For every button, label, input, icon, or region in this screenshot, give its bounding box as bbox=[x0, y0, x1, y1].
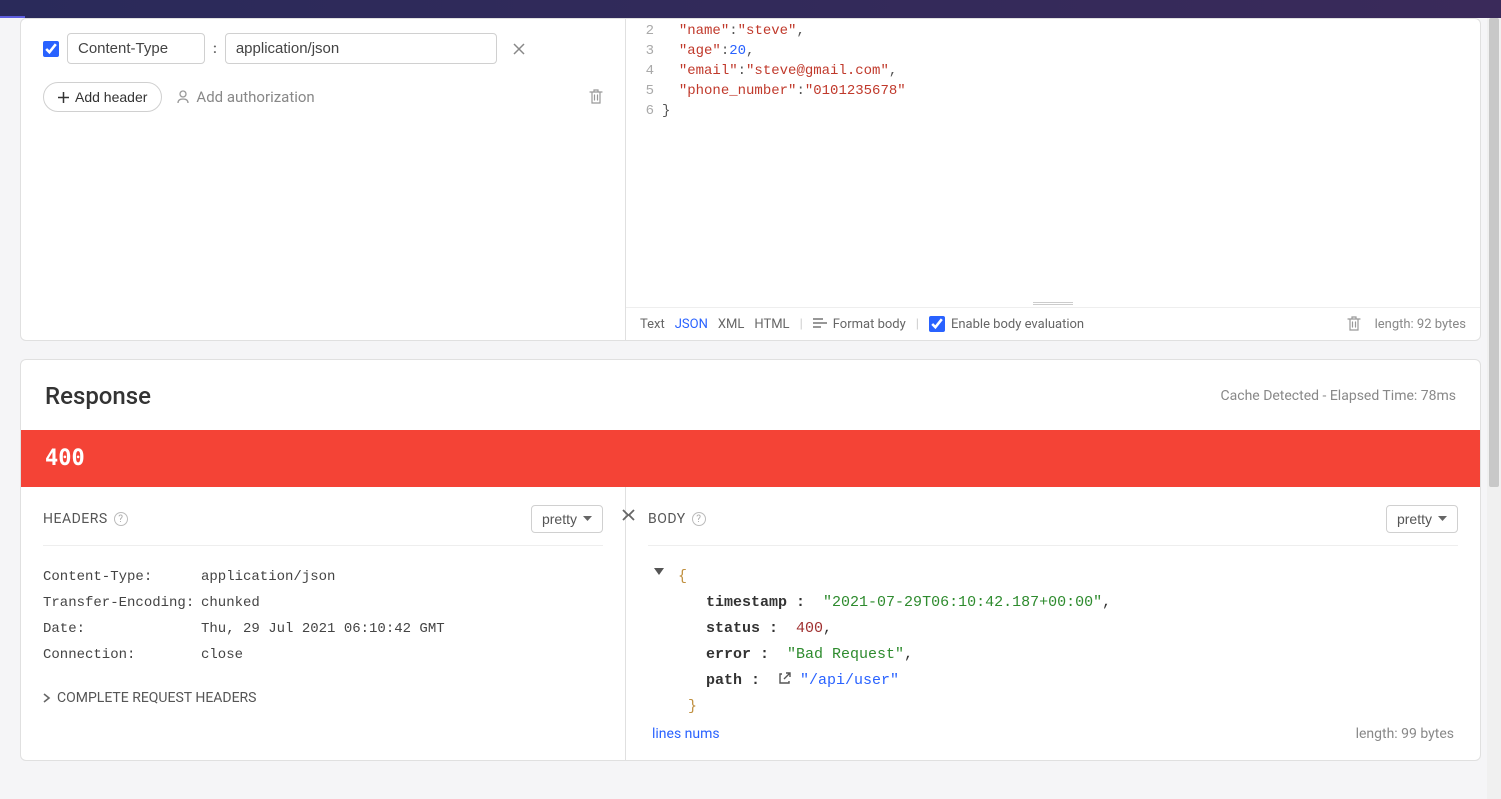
request-body-editor[interactable]: 23456 "name":"steve", "age":20, "email":… bbox=[626, 19, 1480, 299]
response-headers-table: Content-Type:application/jsonTransfer-En… bbox=[43, 564, 603, 668]
response-header-row: Transfer-Encoding:chunked bbox=[43, 590, 603, 616]
line-gutter: 23456 bbox=[626, 19, 662, 291]
collapse-right-button[interactable] bbox=[622, 509, 630, 521]
body-toolbar: Text JSON XML HTML | Format body | Enabl… bbox=[626, 307, 1480, 340]
add-authorization-button[interactable]: Add authorization bbox=[176, 88, 314, 106]
resp-path-link[interactable]: "/api/user" bbox=[800, 672, 899, 689]
body-length: length: 92 bytes bbox=[1375, 317, 1466, 332]
remove-header-button[interactable] bbox=[505, 39, 533, 59]
clear-body-button[interactable] bbox=[1347, 316, 1361, 332]
complete-headers-label: COMPLETE REQUEST HEADERS bbox=[57, 690, 257, 706]
enable-body-eval[interactable]: Enable body evaluation bbox=[929, 316, 1084, 332]
response-body-row: HEADERS ? pretty Content-Type:applicatio… bbox=[21, 487, 1480, 760]
enable-eval-checkbox[interactable] bbox=[929, 316, 945, 332]
header-value-input[interactable] bbox=[225, 33, 497, 64]
pretty-label: pretty bbox=[1397, 511, 1432, 527]
response-status-bar: 400 bbox=[21, 430, 1480, 487]
format-body-label: Format body bbox=[833, 317, 906, 332]
pretty-label: pretty bbox=[542, 511, 577, 527]
trash-icon bbox=[589, 89, 603, 105]
trash-icon bbox=[1347, 316, 1361, 332]
collapse-json-button[interactable] bbox=[654, 568, 664, 576]
separator: | bbox=[916, 317, 919, 332]
request-headers-section: : Add header Add authorization bbox=[21, 19, 626, 340]
help-icon[interactable]: ? bbox=[114, 512, 128, 526]
add-authorization-label: Add authorization bbox=[196, 88, 314, 106]
complete-request-headers-toggle[interactable]: COMPLETE REQUEST HEADERS bbox=[43, 690, 603, 706]
resize-handle[interactable] bbox=[626, 299, 1480, 307]
caret-down-icon bbox=[654, 568, 664, 576]
response-body-col: BODY ? pretty { timestamp : "2021-07-29T… bbox=[626, 487, 1480, 760]
response-header-row: Content-Type:application/json bbox=[43, 564, 603, 590]
separator: | bbox=[800, 317, 803, 332]
header-actions-row: Add header Add authorization bbox=[43, 82, 603, 112]
response-body-footer: lines nums length: 99 bytes bbox=[648, 720, 1458, 742]
response-headers-col: HEADERS ? pretty Content-Type:applicatio… bbox=[21, 487, 626, 760]
chevron-right-icon bbox=[43, 693, 51, 703]
help-icon[interactable]: ? bbox=[692, 512, 706, 526]
clear-headers-button[interactable] bbox=[589, 89, 603, 105]
response-panel: Response Cache Detected - Elapsed Time: … bbox=[20, 359, 1481, 761]
header-name-input[interactable] bbox=[67, 33, 205, 64]
scrollbar[interactable] bbox=[1487, 18, 1501, 799]
body-col-head: BODY ? pretty bbox=[648, 505, 1458, 546]
response-meta: Cache Detected - Elapsed Time: 78ms bbox=[1221, 388, 1456, 404]
header-row: : bbox=[43, 33, 603, 64]
response-header-row: Date:Thu, 29 Jul 2021 06:10:42 GMT bbox=[43, 616, 603, 642]
response-header: Response Cache Detected - Elapsed Time: … bbox=[21, 360, 1480, 430]
enable-eval-label: Enable body evaluation bbox=[951, 317, 1084, 332]
format-body-button[interactable]: Format body bbox=[813, 317, 906, 332]
resp-error: "Bad Request" bbox=[787, 646, 904, 663]
lines-nums-toggle[interactable]: lines nums bbox=[652, 726, 720, 742]
body-type-json[interactable]: JSON bbox=[675, 317, 708, 332]
code-lines: "name":"steve", "age":20, "email":"steve… bbox=[662, 19, 1480, 291]
add-header-button[interactable]: Add header bbox=[43, 82, 162, 112]
body-type-xml[interactable]: XML bbox=[718, 317, 745, 332]
header-colon: : bbox=[213, 41, 217, 57]
response-body-length: length: 99 bytes bbox=[1356, 726, 1454, 742]
person-icon bbox=[176, 90, 190, 104]
response-header-row: Connection:close bbox=[43, 642, 603, 668]
body-view-dropdown[interactable]: pretty bbox=[1386, 505, 1458, 533]
headers-view-dropdown[interactable]: pretty bbox=[531, 505, 603, 533]
caret-down-icon bbox=[1438, 516, 1447, 522]
body-type-html[interactable]: HTML bbox=[754, 317, 789, 332]
window-titlebar bbox=[0, 0, 1501, 18]
response-json-viewer: { timestamp : "2021-07-29T06:10:42.187+0… bbox=[648, 564, 1458, 720]
plus-icon bbox=[58, 92, 69, 103]
add-header-label: Add header bbox=[75, 89, 147, 105]
body-type-text[interactable]: Text bbox=[640, 317, 665, 332]
chevron-right-icon bbox=[622, 509, 630, 521]
headers-title: HEADERS bbox=[43, 511, 108, 527]
headers-col-head: HEADERS ? pretty bbox=[43, 505, 603, 546]
resp-status: 400 bbox=[796, 620, 823, 637]
external-link-icon[interactable] bbox=[778, 672, 791, 685]
resp-timestamp: "2021-07-29T06:10:42.187+00:00" bbox=[823, 594, 1102, 611]
request-panel: : Add header Add authorization 23456 "na… bbox=[20, 18, 1481, 341]
body-title: BODY bbox=[648, 511, 686, 527]
response-title: Response bbox=[45, 382, 151, 410]
status-code: 400 bbox=[45, 446, 85, 471]
header-enabled-checkbox[interactable] bbox=[43, 41, 59, 57]
format-icon bbox=[813, 318, 827, 330]
request-body-section: 23456 "name":"steve", "age":20, "email":… bbox=[626, 19, 1480, 340]
caret-down-icon bbox=[583, 516, 592, 522]
close-icon bbox=[513, 43, 525, 55]
